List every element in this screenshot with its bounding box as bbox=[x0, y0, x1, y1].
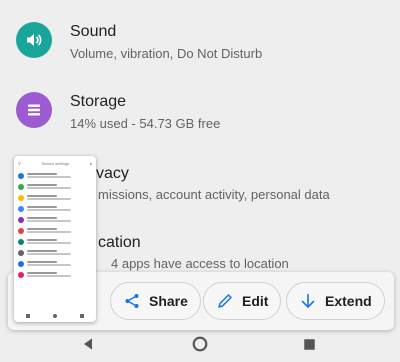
thumbnail-nav bbox=[14, 312, 96, 320]
thumbnail-list-item bbox=[14, 247, 96, 258]
thumbnail-list-item bbox=[14, 214, 96, 225]
thumbnail-list-item bbox=[14, 170, 96, 181]
recents-icon[interactable] bbox=[297, 332, 321, 356]
storage-title: Storage bbox=[70, 93, 127, 110]
thumbnail-search-bar: ⚲ Search settings ● bbox=[18, 160, 92, 166]
system-nav-bar bbox=[0, 326, 400, 362]
arrow-down-icon bbox=[301, 293, 315, 309]
share-icon bbox=[125, 294, 139, 308]
settings-item-storage[interactable]: Storage 14% used - 54.73 GB free bbox=[0, 74, 400, 144]
share-button[interactable]: Share bbox=[110, 282, 201, 320]
extend-button[interactable]: Extend bbox=[286, 282, 385, 320]
sound-subtitle: Volume, vibration, Do Not Disturb bbox=[70, 46, 263, 61]
volume-icon bbox=[16, 22, 52, 58]
thumbnail-label: Search settings bbox=[41, 160, 70, 166]
thumbnail-list-item bbox=[14, 192, 96, 203]
edit-label: Edit bbox=[242, 293, 269, 309]
back-icon[interactable] bbox=[76, 332, 100, 356]
thumbnail-list-item bbox=[14, 258, 96, 269]
thumbnail-list-item bbox=[14, 225, 96, 236]
edit-button[interactable]: Edit bbox=[203, 282, 282, 320]
storage-subtitle: 14% used - 54.73 GB free bbox=[70, 116, 221, 131]
location-subtitle: 4 apps have access to location bbox=[111, 256, 289, 271]
thumbnail-list-item bbox=[14, 203, 96, 214]
thumbnail-list-item bbox=[14, 236, 96, 247]
extend-label: Extend bbox=[325, 293, 372, 309]
screenshot-thumbnail[interactable]: ⚲ Search settings ● bbox=[14, 156, 96, 322]
location-title: cation bbox=[98, 234, 141, 251]
privacy-title: vacy bbox=[96, 165, 129, 182]
sound-title: Sound bbox=[70, 23, 117, 40]
home-icon[interactable] bbox=[188, 332, 212, 356]
share-label: Share bbox=[149, 293, 188, 309]
settings-item-sound[interactable]: Sound Volume, vibration, Do Not Disturb bbox=[0, 4, 400, 74]
thumbnail-list-item bbox=[14, 269, 96, 280]
pencil-icon bbox=[218, 294, 232, 308]
storage-icon bbox=[16, 92, 52, 128]
privacy-subtitle: missions, account activity, personal dat… bbox=[98, 187, 330, 202]
thumbnail-list-item bbox=[14, 181, 96, 192]
